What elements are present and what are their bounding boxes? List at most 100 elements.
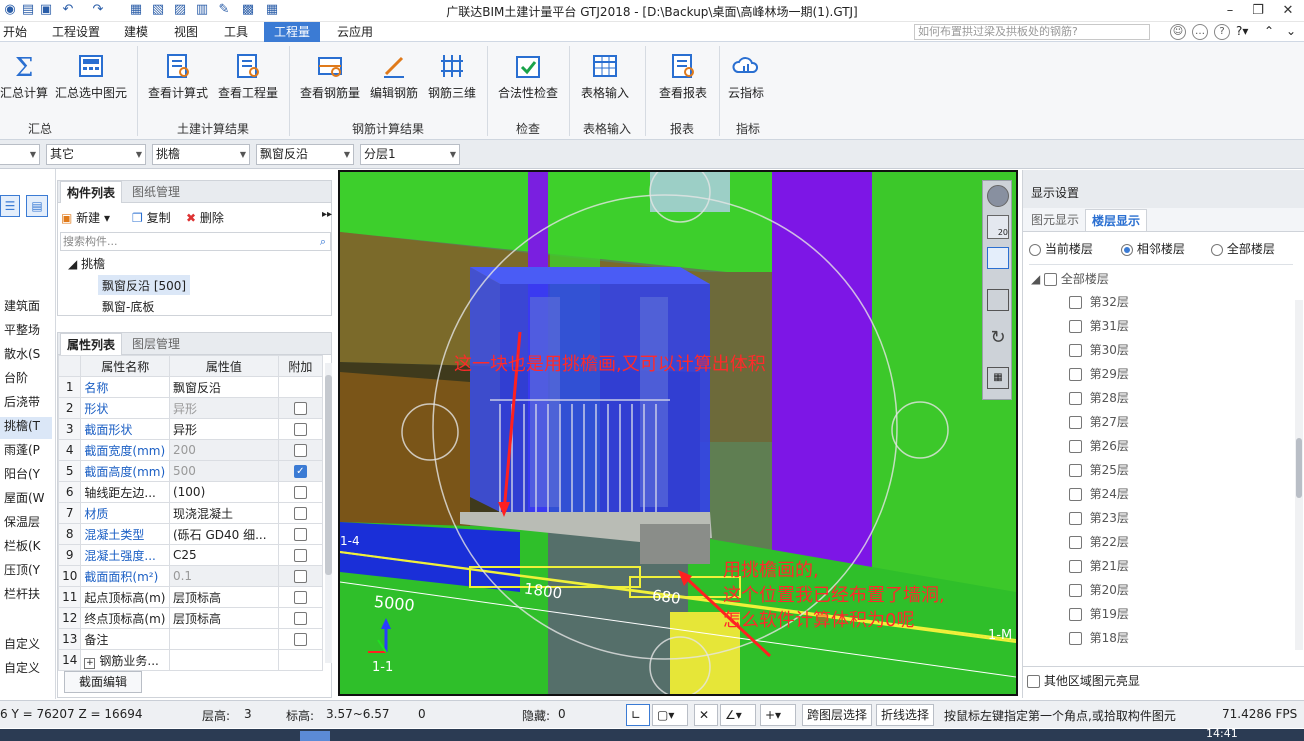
property-value[interactable]: 层顶标高 [168,607,279,629]
tab-element-display[interactable]: 图元显示 [1025,209,1085,231]
checkbox[interactable] [1069,368,1082,381]
floor-item[interactable]: 第19层 [1069,602,1129,626]
checkbox[interactable] [293,423,307,436]
property-value[interactable]: C25 [168,544,279,566]
view-report-button[interactable]: 查看报表 [652,48,714,118]
other-area-highlight-toggle[interactable]: 其他区域图元亮显 [1027,672,1140,689]
property-value[interactable] [168,649,279,671]
more-icon[interactable]: ▸▸ [322,209,332,220]
rebar-3d-button[interactable]: 钢筋三维 [424,48,480,118]
property-row[interactable]: 3 截面形状 异形 [57,418,324,440]
property-value[interactable]: 飘窗反沿 [168,376,279,398]
ask-icon[interactable]: ? [1214,24,1230,40]
property-row[interactable]: 5 截面高度(mm) 500 ✓ [57,460,324,482]
property-row[interactable]: 1 名称 飘窗反沿 [57,376,324,398]
floor-item[interactable]: 第24层 [1069,482,1129,506]
floor-item[interactable]: 第22层 [1069,530,1129,554]
view-cube-icon[interactable] [987,247,1009,269]
floor-item[interactable]: 第32层 [1069,290,1129,314]
checkbox[interactable] [1069,344,1082,357]
checkbox[interactable] [1069,296,1082,309]
user-icon[interactable]: ☺ [1170,24,1186,40]
property-value[interactable]: 200 [168,439,279,461]
summary-selected-button[interactable]: 汇总选中图元 [52,48,130,118]
floor-item[interactable]: 第21层 [1069,554,1129,578]
nav-item[interactable]: 压顶(Y [4,561,56,583]
table-input-button[interactable]: 表格输入 [574,48,636,118]
cloud-index-button[interactable]: 云指标 [722,48,770,118]
checkbox[interactable] [293,633,307,646]
property-value[interactable] [168,628,279,650]
list-view-icon[interactable]: ☰ [0,195,20,217]
angle-icon[interactable]: ∠▾ [720,704,756,726]
floor-tree-root[interactable]: ◢ 全部楼层 [1031,270,1109,287]
nav-item[interactable]: 栏杆扶 [4,585,56,607]
checkbox[interactable] [1069,416,1082,429]
floor-item[interactable]: 第20层 [1069,578,1129,602]
tab-floor-display[interactable]: 楼层显示 [1085,209,1148,231]
checkbox[interactable] [293,591,307,604]
component-item[interactable]: 飘窗-底板 [102,298,154,315]
layer-select[interactable]: 分层1 ▼ [360,144,460,165]
scrollbar[interactable] [325,363,332,663]
help-search-input[interactable]: 如何布置拱过梁及拱板处的钢筋? [914,24,1150,40]
menu-tools[interactable]: 工具 [218,22,254,42]
checkbox[interactable] [293,486,307,499]
nav-item[interactable]: 平整场 [4,321,56,343]
menu-cloud[interactable]: 云应用 [330,22,380,42]
radio-adjacent-floor[interactable]: 相邻楼层 [1121,240,1185,257]
view-formula-button[interactable]: 查看计算式 [144,48,212,118]
tab-drawing-manage[interactable]: 图纸管理 [126,181,186,203]
floor-item[interactable]: 第23层 [1069,506,1129,530]
property-value[interactable]: 500 [168,460,279,482]
cross-icon[interactable]: ✕ [694,704,718,726]
checkbox[interactable] [1027,675,1040,688]
checkbox[interactable]: ✓ [293,465,307,478]
checkbox[interactable] [1069,584,1082,597]
nav-item[interactable]: 保温层 [4,513,56,535]
checkbox[interactable] [293,444,307,457]
property-value[interactable]: 异形 [168,418,279,440]
taskbar-app-icon[interactable] [300,731,330,741]
validity-check-button[interactable]: 合法性检查 [494,48,562,118]
menu-modeling[interactable]: 建模 [118,22,154,42]
checkbox[interactable] [293,570,307,583]
menu-start[interactable]: 开始 [0,22,30,42]
nav-item[interactable]: 后浇带 [4,393,56,415]
property-row[interactable]: 13 备注 [57,628,324,650]
nav-item-selected[interactable]: 挑檐(T [0,417,52,439]
nav-item[interactable]: 阳台(Y [4,465,56,487]
checkbox[interactable] [1069,536,1082,549]
restore-button[interactable]: ❐ [1244,2,1272,20]
radio-current-floor[interactable]: 当前楼层 [1029,240,1093,257]
summary-calc-button[interactable]: Σ 汇总计算 [0,48,48,118]
copy-button[interactable]: ❐ 复制 [132,209,171,226]
property-value[interactable]: 层顶标高 [168,586,279,608]
floor-item[interactable]: 第26层 [1069,434,1129,458]
floor-item[interactable]: 第28层 [1069,386,1129,410]
polyline-select-button[interactable]: 折线选择 [876,704,935,726]
floor-item[interactable]: 第18层 [1069,626,1129,650]
ortho-toggle[interactable]: ∟ [626,704,650,726]
nav-item[interactable]: 自定义 [4,635,56,657]
checkbox[interactable] [1069,320,1082,333]
orbit-icon[interactable] [987,185,1009,207]
3d-viewport[interactable]: 这一块也是用挑檐画,又可以计算出体积 用挑檐画的, 这个位置我已经布置了墙洞, … [338,170,1018,696]
view-rebar-button[interactable]: 查看钢筋量 [296,48,364,118]
property-row[interactable]: 2 形状 异形 [57,397,324,419]
floor-select[interactable]: ▼ [0,144,40,165]
property-value[interactable]: 0.1 [168,565,279,587]
grid-view-icon[interactable]: ▦ [987,367,1009,389]
nav-item[interactable]: 屋面(W [4,489,56,511]
type-select[interactable]: 挑檐 ▼ [152,144,250,165]
component-search-input[interactable]: 搜索构件... ⌕ [60,232,331,251]
property-value[interactable]: (100) [168,481,279,503]
menu-project-settings[interactable]: 工程设置 [48,22,104,42]
property-row[interactable]: 4 截面宽度(mm) 200 [57,439,324,461]
property-row[interactable]: 12 终点顶标高(m) 层顶标高 [57,607,324,629]
nav-item[interactable]: 自定义 [4,659,56,681]
tree-view-icon[interactable]: ▤ [26,195,48,217]
tab-layer-manage[interactable]: 图层管理 [126,333,186,355]
cross-floor-select-button[interactable]: 跨图层选择 [802,704,873,726]
edit-rebar-button[interactable]: 编辑钢筋 [366,48,422,118]
